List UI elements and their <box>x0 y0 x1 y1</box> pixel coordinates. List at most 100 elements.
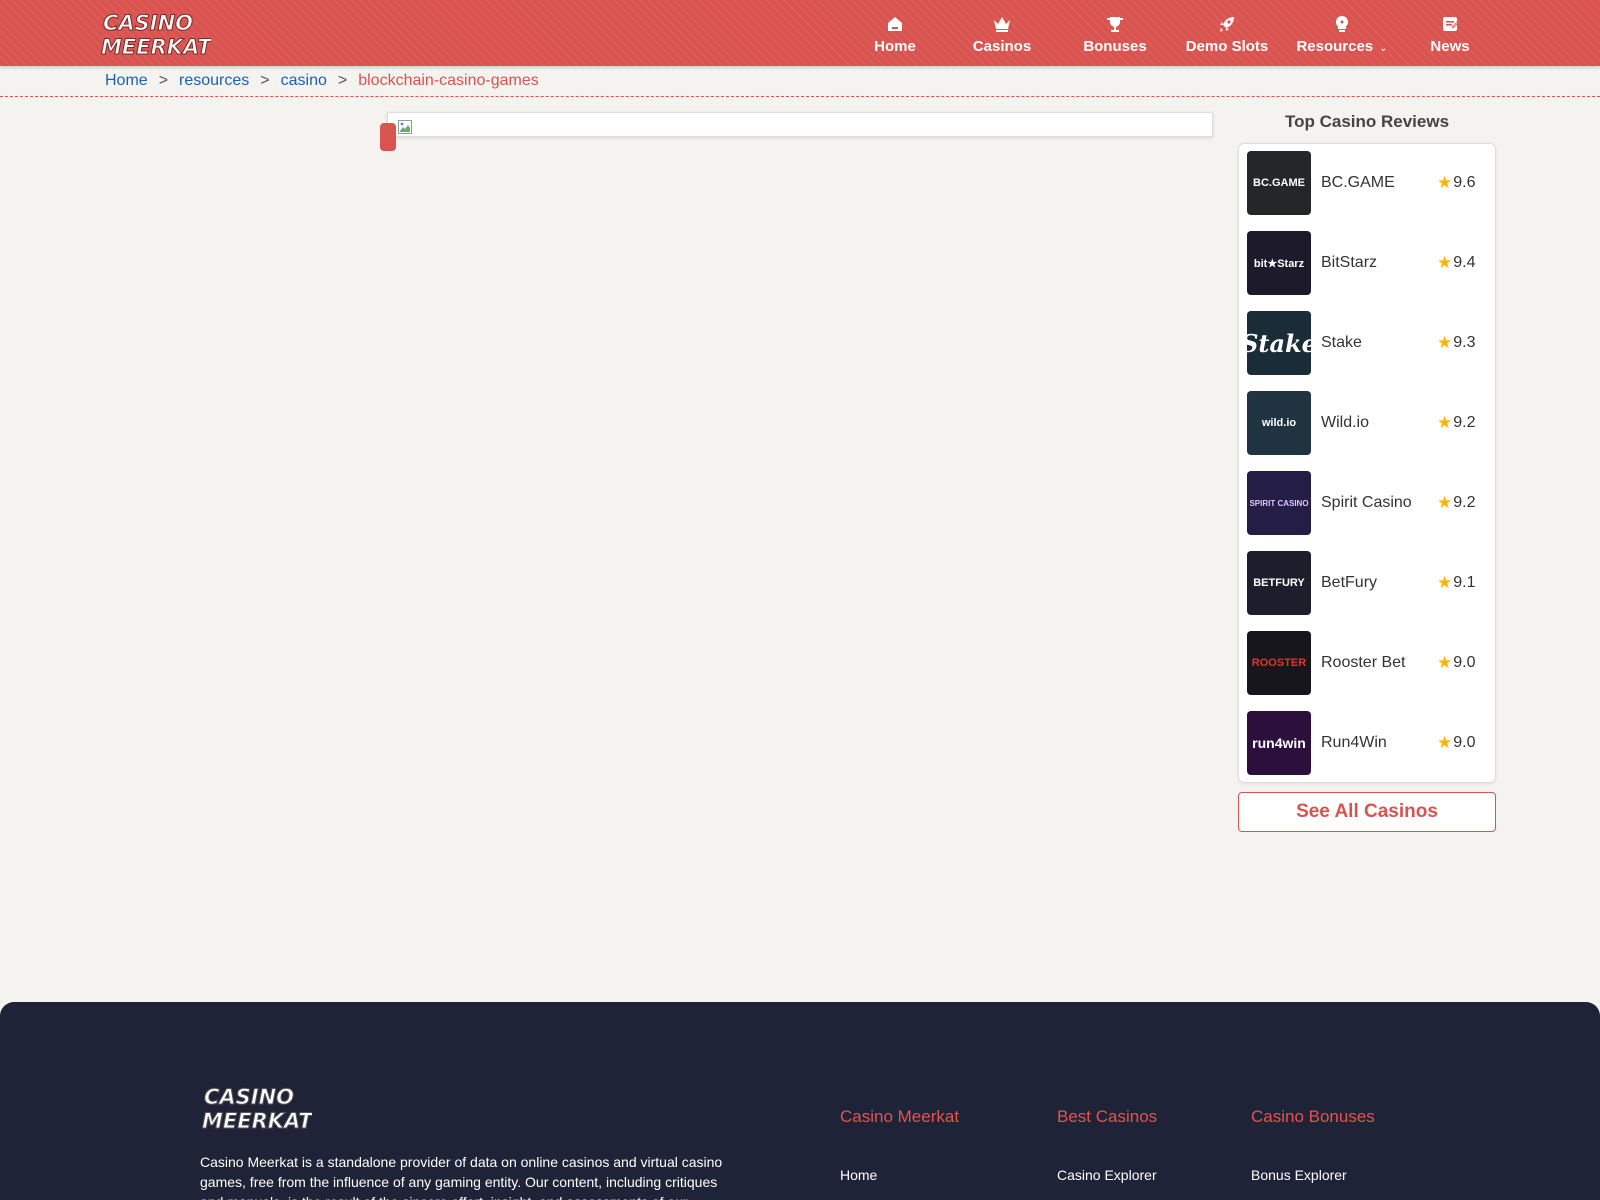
side-tab-handle[interactable] <box>380 123 396 151</box>
nav-home-label: Home <box>874 38 916 55</box>
site-header: CASINO MEERKAT Home Casinos Bonuses Demo… <box>0 0 1600 66</box>
article-hero-image <box>387 112 1213 137</box>
casino-name: Rooster Bet <box>1321 654 1406 671</box>
rating-value: 9.0 <box>1453 734 1476 751</box>
casino-name: Stake <box>1321 334 1362 351</box>
star-icon: ★ <box>1437 653 1453 672</box>
rating-value: 9.0 <box>1453 654 1476 671</box>
casino-logo: bit★Starz <box>1247 231 1311 295</box>
footer-link-casino-explorer[interactable]: Casino Explorer <box>1057 1167 1157 1183</box>
casino-review-row[interactable]: BETFURY BetFury ★ 9.1 <box>1247 551 1487 615</box>
nav-bonuses[interactable]: Bonuses <box>1075 0 1155 66</box>
breadcrumb-home[interactable]: Home <box>105 72 148 90</box>
casino-name: BC.GAME <box>1321 174 1395 191</box>
rocket-icon <box>1216 13 1238 35</box>
svg-text:MEERKAT: MEERKAT <box>101 35 211 59</box>
breadcrumb-separator: > <box>260 72 270 89</box>
casino-name: Run4Win <box>1321 734 1387 751</box>
chevron-down-icon: ⌄ <box>1379 43 1388 54</box>
casino-logo: ROOSTER <box>1247 631 1311 695</box>
nav-resources-label: Resources ⌄ <box>1296 38 1388 55</box>
casino-logo: BETFURY <box>1247 551 1311 615</box>
see-all-casinos-button[interactable]: See All Casinos <box>1238 792 1496 832</box>
site-footer: CASINO MEERKAT Casino Meerkat is a stand… <box>0 1002 1600 1200</box>
casino-rating: ★ 9.3 <box>1437 333 1476 353</box>
casino-name: BetFury <box>1321 574 1378 591</box>
casino-review-row[interactable]: ROOSTER Rooster Bet ★ 9.0 <box>1247 631 1487 695</box>
casino-logo: wild.io <box>1247 391 1311 455</box>
casino-review-row[interactable]: bit★Starz BitStarz ★ 9.4 <box>1247 231 1487 295</box>
nav-news-label: News <box>1430 38 1470 55</box>
home-icon <box>884 13 906 35</box>
nav-casinos[interactable]: Casinos <box>967 0 1037 66</box>
casino-logo: Stake <box>1247 311 1311 375</box>
casino-rating: ★ 9.6 <box>1437 173 1476 193</box>
breadcrumb-separator: > <box>158 72 169 89</box>
breadcrumb: Home > resources > casino > blockchain-c… <box>105 72 539 90</box>
footer-description: Casino Meerkat is a standalone provider … <box>200 1154 723 1200</box>
casino-rating: ★ 9.4 <box>1437 253 1476 273</box>
footer-column-title: Casino Bonuses <box>1251 1107 1375 1126</box>
nav-news[interactable]: News <box>1425 0 1475 66</box>
footer-column-best-casinos: Best Casinos Casino Explorer <box>1057 1107 1157 1183</box>
footer-logo[interactable]: CASINO MEERKAT <box>200 1082 315 1134</box>
casino-rating: ★ 9.2 <box>1437 413 1476 433</box>
star-icon: ★ <box>1437 253 1453 272</box>
top-reviews-list: BC.GAMEBC.GAME★9.6bit★StarzBitStarz★9.4S… <box>1238 143 1496 783</box>
star-icon: ★ <box>1437 493 1453 512</box>
casino-logo: SPIRIT CASINO <box>1247 471 1311 535</box>
casino-logo: BC.GAME <box>1247 151 1311 215</box>
star-icon: ★ <box>1437 173 1453 192</box>
footer-column-casino-meerkat: Casino Meerkat Home <box>840 1107 959 1183</box>
news-icon <box>1439 13 1461 35</box>
nav-demo-slots-label: Demo Slots <box>1185 38 1269 55</box>
footer-link-bonus-explorer[interactable]: Bonus Explorer <box>1251 1167 1375 1183</box>
casino-name: Wild.io <box>1321 414 1370 431</box>
breadcrumb-separator: > <box>337 72 348 89</box>
footer-column-casino-bonuses: Casino Bonuses Bonus Explorer <box>1251 1107 1375 1183</box>
casino-meerkat-logo[interactable]: CASINO MEERKAT <box>99 8 214 60</box>
casino-review-row[interactable]: Stake Stake ★9.3 <box>1247 311 1487 375</box>
rating-value: 9.6 <box>1453 174 1476 191</box>
breadcrumb-divider <box>0 96 1600 97</box>
casino-logo: run4win <box>1247 711 1311 775</box>
trophy-icon <box>1104 13 1126 35</box>
star-icon: ★ <box>1437 733 1453 752</box>
lightbulb-icon <box>1331 13 1353 35</box>
rating-value: 9.2 <box>1453 414 1476 431</box>
broken-image-icon <box>398 120 412 134</box>
top-reviews-title: Top Casino Reviews <box>1284 112 1450 131</box>
nav-casinos-label: Casinos <box>972 38 1032 55</box>
footer-link-home[interactable]: Home <box>840 1167 959 1183</box>
rating-value: 9.4 <box>1453 254 1476 271</box>
casino-name: BitStarz <box>1321 254 1378 271</box>
svg-text:CASINO: CASINO <box>204 1085 294 1109</box>
rating-value: 9.2 <box>1453 494 1476 511</box>
casino-rating: ★ 9.0 <box>1437 653 1476 673</box>
footer-column-title: Casino Meerkat <box>840 1107 960 1126</box>
breadcrumb-current: blockchain-casino-games <box>358 72 539 89</box>
crown-icon <box>991 13 1013 35</box>
rating-value: 9.3 <box>1453 334 1476 351</box>
casino-review-row[interactable]: wild.io Wild.io ★ 9.2 <box>1247 391 1487 455</box>
nav-bonuses-label: Bonuses <box>1083 38 1147 55</box>
casino-review-row[interactable]: BC.GAME BC.GAME ★ 9.6 <box>1247 151 1487 215</box>
nav-home[interactable]: Home <box>865 0 925 66</box>
nav-resources[interactable]: Resources ⌄ <box>1292 0 1392 66</box>
svg-text:MEERKAT: MEERKAT <box>202 1109 312 1133</box>
star-icon: ★ <box>1437 573 1453 592</box>
svg-text:CASINO: CASINO <box>103 11 193 35</box>
casino-review-row[interactable]: run4win Run4Win ★ 9.0 <box>1247 711 1487 775</box>
nav-demo-slots[interactable]: Demo Slots <box>1180 0 1274 66</box>
casino-rating: ★ 9.0 <box>1437 733 1476 753</box>
star-icon: ★ <box>1437 333 1453 352</box>
casino-rating: ★ 9.2 <box>1437 493 1476 513</box>
footer-column-title: Best Casinos <box>1057 1107 1158 1126</box>
casino-name: Spirit Casino <box>1321 494 1412 511</box>
casino-rating: ★ 9.1 <box>1437 573 1476 593</box>
breadcrumb-casino[interactable]: casino <box>281 72 327 90</box>
breadcrumb-resources[interactable]: resources <box>179 72 249 90</box>
star-icon: ★ <box>1437 413 1453 432</box>
casino-review-row[interactable]: SPIRIT CASINO Spirit Casino ★ 9.2 <box>1247 471 1487 535</box>
rating-value: 9.1 <box>1453 574 1476 591</box>
